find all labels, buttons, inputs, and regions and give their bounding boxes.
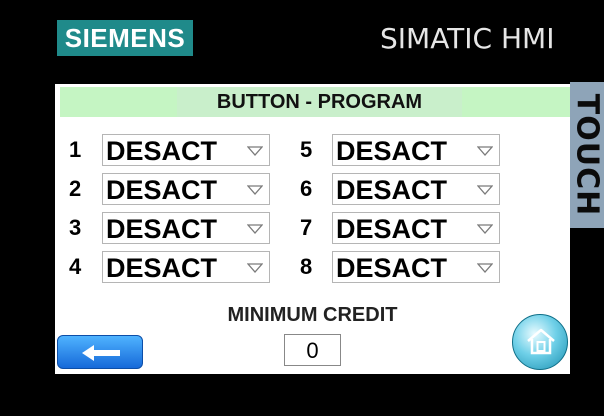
touch-label: TOUCH — [569, 93, 604, 217]
button-8-number: 8 — [300, 254, 313, 279]
chevron-down-icon — [247, 263, 263, 273]
button-2-value: DESACT — [106, 175, 218, 205]
minimum-credit-input[interactable]: 0 — [284, 334, 341, 366]
touch-strip: TOUCH — [570, 82, 604, 228]
button-8-value: DESACT — [336, 253, 448, 283]
minimum-credit-label: MINIMUM CREDIT — [227, 304, 398, 326]
button-7-value: DESACT — [336, 214, 448, 244]
button-3-value: DESACT — [106, 214, 218, 244]
button-4-number: 4 — [69, 254, 82, 279]
chevron-down-icon — [477, 263, 493, 273]
button-8-select[interactable]: DESACT — [332, 251, 500, 283]
button-5-number: 5 — [300, 137, 313, 162]
button-2-number: 2 — [69, 176, 82, 201]
chevron-down-icon — [247, 185, 263, 195]
button-4-value: DESACT — [106, 253, 218, 283]
button-5-value: DESACT — [336, 136, 448, 166]
button-3-select[interactable]: DESACT — [102, 212, 270, 244]
button-4-select[interactable]: DESACT — [102, 251, 270, 283]
button-6-number: 6 — [300, 176, 313, 201]
button-1-value: DESACT — [106, 136, 218, 166]
chevron-down-icon — [477, 224, 493, 234]
model-name: SIMATIC HMI — [380, 22, 555, 55]
title-bar: BUTTON - PROGRAM — [60, 87, 570, 117]
button-6-select[interactable]: DESACT — [332, 173, 500, 205]
button-7-select[interactable]: DESACT — [332, 212, 500, 244]
chevron-down-icon — [477, 185, 493, 195]
page-title: BUTTON - PROGRAM — [177, 87, 462, 117]
home-button[interactable] — [512, 314, 568, 370]
button-5-select[interactable]: DESACT — [332, 134, 500, 166]
brand-logo: SIEMENS — [57, 20, 193, 56]
button-1-number: 1 — [69, 137, 82, 162]
button-7-number: 7 — [300, 215, 313, 240]
chevron-down-icon — [247, 224, 263, 234]
back-button[interactable] — [57, 335, 143, 369]
left-arrow-icon — [82, 345, 120, 361]
button-1-select[interactable]: DESACT — [102, 134, 270, 166]
hmi-screen: BUTTON - PROGRAM 1 DESACT 2 DESACT 3 DES… — [55, 84, 570, 374]
button-6-value: DESACT — [336, 175, 448, 205]
home-icon — [527, 328, 555, 355]
button-2-select[interactable]: DESACT — [102, 173, 270, 205]
button-3-number: 3 — [69, 215, 82, 240]
chevron-down-icon — [477, 146, 493, 156]
chevron-down-icon — [247, 146, 263, 156]
